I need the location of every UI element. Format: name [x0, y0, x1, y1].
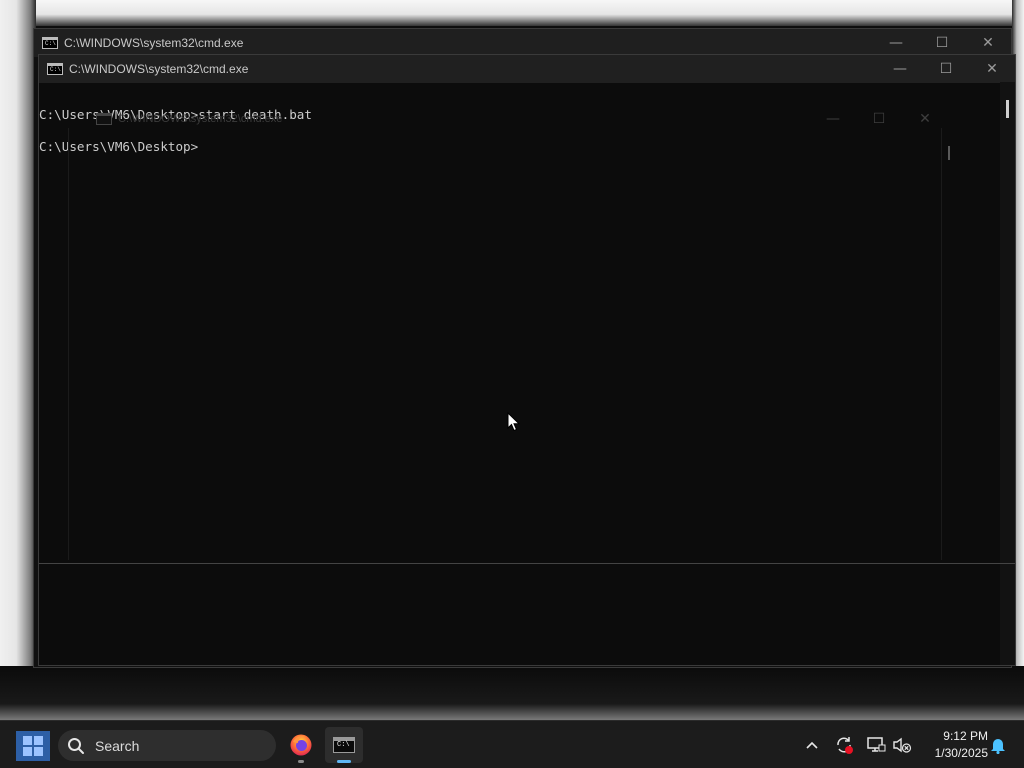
- volume-muted-icon[interactable]: [890, 733, 914, 757]
- cmd-window-icon: [96, 113, 112, 125]
- network-icon[interactable]: [864, 733, 888, 757]
- window-title: C:\WINDOWS\system32\cmd.exe: [64, 36, 244, 50]
- search-box[interactable]: Search: [58, 730, 276, 761]
- minimize-button[interactable]: —: [877, 55, 923, 83]
- clock-date: 1/30/2025: [934, 746, 988, 760]
- firefox-icon: [290, 734, 312, 756]
- console-scrollbar[interactable]: [1000, 82, 1015, 665]
- start-button[interactable]: [16, 731, 50, 761]
- desktop-background-top: [0, 0, 1024, 26]
- search-icon: [68, 737, 84, 754]
- cmd-window-icon: C:\: [47, 63, 63, 75]
- cmd-icon: C:\: [333, 737, 355, 753]
- cmd-window-icon: C:\: [42, 37, 58, 49]
- cmd-window-back-titlebar[interactable]: C:\ C:\WINDOWS\system32\cmd.exe — ☐ ✕: [34, 29, 1011, 57]
- cmd-window-front-titlebar[interactable]: C:\ C:\WINDOWS\system32\cmd.exe — ☐ ✕: [39, 55, 1015, 83]
- window-title: C:\WINDOWS\system32\cmd.exe: [118, 113, 283, 125]
- search-label: Search: [95, 737, 140, 754]
- maximize-button[interactable]: ☐: [923, 55, 969, 83]
- app-running-indicator: [298, 760, 304, 763]
- ghost-window-frame: [68, 128, 942, 560]
- system-clock[interactable]: 9:12 PM 1/30/2025: [918, 728, 988, 762]
- scrollbar-thumb[interactable]: [1006, 100, 1009, 118]
- desktop-background-bottom: [0, 666, 1024, 720]
- minimize-button[interactable]: —: [873, 29, 919, 57]
- taskbar-app-firefox[interactable]: [282, 727, 320, 763]
- bell-icon[interactable]: [986, 733, 1010, 757]
- sync-error-icon[interactable]: [832, 733, 856, 757]
- window-divider: [39, 563, 1015, 564]
- taskbar-app-cmd[interactable]: C:\: [325, 727, 363, 763]
- close-button[interactable]: ✕: [965, 29, 1011, 57]
- maximize-button[interactable]: ☐: [919, 29, 965, 57]
- ghost-scrollbar-thumb: [948, 146, 950, 160]
- windows-logo-icon: [23, 736, 43, 756]
- maximize-button: ☐: [872, 111, 886, 127]
- app-active-indicator: [337, 760, 351, 763]
- taskbar: Search C:\ 9:12 PM 1/30/2025: [0, 720, 1024, 768]
- window-title: C:\WINDOWS\system32\cmd.exe: [69, 62, 249, 76]
- desktop-background-left: [0, 0, 36, 720]
- close-button: ✕: [919, 111, 931, 127]
- close-button[interactable]: ✕: [969, 55, 1015, 83]
- clock-time: 9:12 PM: [943, 729, 988, 743]
- chevron-up-icon[interactable]: [800, 733, 824, 757]
- minimize-button: —: [826, 111, 840, 127]
